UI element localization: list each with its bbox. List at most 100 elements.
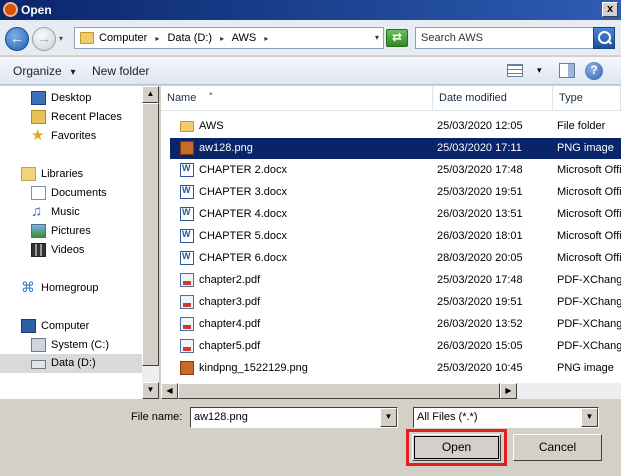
file-name-dropdown-button[interactable]: ▼ <box>380 408 397 427</box>
file-type: File folder <box>557 120 606 132</box>
nav-item-pictures[interactable]: Pictures <box>0 222 142 241</box>
organize-button[interactable]: Organize <box>13 64 76 78</box>
file-row[interactable]: CHAPTER 5.docx 26/03/2020 18:01 Microsof… <box>170 226 621 247</box>
nav-item-libraries[interactable]: Libraries <box>0 165 142 184</box>
file-name: chapter5.pdf <box>199 340 261 352</box>
scroll-right-button[interactable]: ▶ <box>500 383 517 399</box>
file-row[interactable]: CHAPTER 3.docx 25/03/2020 19:51 Microsof… <box>170 182 621 203</box>
nav-item-data-d[interactable]: Data (D:) <box>0 354 142 373</box>
file-row[interactable]: CHAPTER 2.docx 25/03/2020 17:48 Microsof… <box>170 160 621 181</box>
scroll-thumb[interactable] <box>178 383 500 399</box>
nav-item-recent-places[interactable]: Recent Places <box>0 108 142 127</box>
window-title: Open <box>21 3 52 17</box>
title-bar: Open x <box>0 0 621 20</box>
file-type: PDF-XChange <box>557 340 621 352</box>
file-type: Microsoft Office <box>557 252 621 264</box>
column-header-date-modified[interactable]: Date modified <box>433 86 553 111</box>
breadcrumb-aws[interactable]: AWS <box>232 32 257 44</box>
file-row-selected[interactable]: aw128.png 25/03/2020 17:11 PNG image <box>170 138 621 159</box>
sort-ascending-icon: ▴ <box>209 90 213 97</box>
file-type: PNG image <box>557 142 614 154</box>
scroll-thumb[interactable] <box>142 103 159 366</box>
nav-item-music[interactable]: ♫ Music <box>0 203 142 222</box>
nav-item-videos[interactable]: Videos <box>0 241 142 260</box>
breadcrumb-computer[interactable]: Computer <box>99 32 147 44</box>
breadcrumb-data-d[interactable]: Data (D:) <box>167 32 212 44</box>
nav-item-label: Computer <box>41 320 90 332</box>
new-folder-button[interactable]: New folder <box>92 64 149 78</box>
search-input[interactable]: Search AWS <box>421 32 483 44</box>
file-name-value[interactable]: aw128.png <box>194 411 248 423</box>
chevron-right-icon[interactable]: ▸ <box>220 34 224 43</box>
file-name: CHAPTER 6.docx <box>199 252 288 264</box>
view-options-dropdown[interactable]: ▾ <box>537 65 542 76</box>
scroll-up-button[interactable]: ▲ <box>142 86 159 103</box>
file-list-hscrollbar[interactable]: ◀ ▶ <box>161 383 621 399</box>
back-button[interactable]: ← <box>5 27 29 51</box>
file-row[interactable]: chapter2.pdf 25/03/2020 17:48 PDF-XChang… <box>170 270 621 291</box>
file-type-dropdown-button[interactable]: ▼ <box>581 408 598 427</box>
nav-item-label: Music <box>51 206 80 218</box>
videos-icon <box>31 243 46 257</box>
search-box[interactable]: Search AWS <box>415 27 615 49</box>
word-document-icon <box>180 207 194 221</box>
column-header-type[interactable]: Type <box>553 86 621 111</box>
pictures-icon <box>31 224 46 238</box>
recent-places-icon <box>31 110 46 124</box>
file-row[interactable]: chapter3.pdf 25/03/2020 19:51 PDF-XChang… <box>170 292 621 313</box>
address-dropdown-icon[interactable]: ▾ <box>375 33 379 42</box>
file-date: 26/03/2020 18:01 <box>437 230 523 242</box>
file-name: chapter3.pdf <box>199 296 261 308</box>
file-row[interactable]: AWS 25/03/2020 12:05 File folder <box>170 116 621 137</box>
file-row[interactable]: chapter5.pdf 26/03/2020 15:05 PDF-XChang… <box>170 336 621 357</box>
nav-item-computer[interactable]: Computer <box>0 317 142 336</box>
nav-item-homegroup[interactable]: ⌘ Homegroup <box>0 279 142 298</box>
file-name: kindpng_1522129.png <box>199 362 308 374</box>
scroll-left-button[interactable]: ◀ <box>161 383 178 399</box>
file-row[interactable]: kindpng_1522129.png 25/03/2020 10:45 PNG… <box>170 358 621 379</box>
app-icon <box>3 2 18 17</box>
preview-pane-icon[interactable] <box>559 63 575 78</box>
search-icon[interactable] <box>593 27 615 49</box>
file-row[interactable]: CHAPTER 4.docx 26/03/2020 13:51 Microsof… <box>170 204 621 225</box>
file-type: Microsoft Office <box>557 230 621 242</box>
nav-item-favorites[interactable]: ★ Favorites <box>0 127 142 146</box>
nav-item-label: Data (D:) <box>51 357 96 369</box>
chevron-right-icon[interactable]: ▸ <box>155 34 159 43</box>
forward-button[interactable]: → <box>32 27 56 51</box>
file-date: 25/03/2020 19:51 <box>437 186 523 198</box>
file-name: CHAPTER 4.docx <box>199 208 288 220</box>
drive-icon <box>31 360 46 369</box>
computer-icon <box>21 319 36 333</box>
file-row[interactable]: chapter4.pdf 26/03/2020 13:52 PDF-XChang… <box>170 314 621 335</box>
nav-item-label: Libraries <box>41 168 84 180</box>
open-button[interactable]: Open <box>412 434 501 461</box>
word-document-icon <box>180 185 194 199</box>
nav-pane-scrollbar[interactable]: ▲ ▼ <box>142 86 159 399</box>
nav-item-documents[interactable]: Documents <box>0 184 142 203</box>
chevron-right-icon[interactable]: ▸ <box>264 34 268 43</box>
nav-item-desktop[interactable]: Desktop <box>0 89 142 108</box>
file-name-field[interactable]: aw128.png ▼ <box>190 407 398 428</box>
column-header-name[interactable]: Name ▴ <box>161 86 433 111</box>
file-name: CHAPTER 5.docx <box>199 230 288 242</box>
close-button[interactable]: x <box>602 2 618 17</box>
nav-item-system-c[interactable]: System (C:) <box>0 336 142 355</box>
desktop-icon <box>31 91 46 105</box>
dialog-footer: File name: aw128.png ▼ All Files (*.*) ▼… <box>0 399 621 476</box>
pdf-icon <box>180 273 194 287</box>
address-bar[interactable]: Computer ▸ Data (D:) ▸ AWS ▸ ▾ <box>74 27 384 49</box>
file-date: 25/03/2020 17:48 <box>437 164 523 176</box>
nav-item-label: Homegroup <box>41 282 99 294</box>
recent-locations-dropdown[interactable]: ▾ <box>59 34 63 43</box>
file-type-select[interactable]: All Files (*.*) ▼ <box>413 407 599 428</box>
file-row[interactable]: CHAPTER 6.docx 28/03/2020 20:05 Microsof… <box>170 248 621 269</box>
nav-item-label: Recent Places <box>51 111 122 123</box>
file-type-value: All Files (*.*) <box>417 411 478 423</box>
cancel-button[interactable]: Cancel <box>513 434 602 461</box>
nav-item-label: Favorites <box>51 130 97 142</box>
change-view-icon[interactable] <box>507 64 523 77</box>
refresh-button[interactable]: ⇄ <box>386 29 408 47</box>
help-icon[interactable]: ? <box>585 62 603 80</box>
scroll-down-button[interactable]: ▼ <box>142 382 159 399</box>
